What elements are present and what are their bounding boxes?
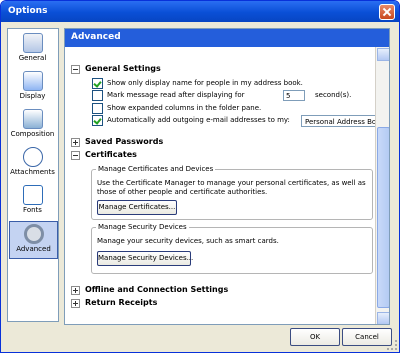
paperclip-icon — [22, 147, 43, 167]
scrollbar[interactable] — [375, 47, 389, 324]
panel-title: Advanced — [71, 32, 121, 42]
auto-add-option[interactable]: Automatically add outgoing e-mail addres… — [92, 115, 389, 127]
close-button[interactable] — [379, 4, 395, 20]
expand-icon[interactable] — [71, 299, 80, 308]
sidebar-item-label: General — [18, 54, 47, 62]
manage-security-devices-button[interactable]: Manage Security Devices... — [97, 251, 193, 266]
mark-read-checkbox[interactable] — [92, 90, 103, 101]
scroll-up-icon[interactable] — [377, 48, 389, 61]
expanded-columns-checkbox[interactable] — [92, 103, 103, 114]
panel-content: General Settings Show only display name … — [65, 47, 389, 324]
sidebar: General Display Composition Attachments … — [7, 28, 59, 322]
collapse-icon[interactable] — [71, 151, 80, 160]
options-window: Options General Display Composition Atta… — [0, 0, 400, 353]
collapse-icon[interactable] — [71, 65, 80, 74]
sidebar-item-label: Display — [19, 92, 46, 100]
resize-grip[interactable] — [387, 340, 397, 350]
expand-icon[interactable] — [71, 138, 80, 147]
gear-icon — [23, 224, 44, 244]
auto-add-checkbox[interactable] — [92, 115, 103, 126]
sidebar-item-label: Fonts — [23, 206, 42, 214]
ok-button[interactable]: OK — [290, 328, 340, 346]
sidebar-item-fonts[interactable]: Fonts — [9, 183, 56, 219]
sidebar-item-label: Composition — [10, 130, 55, 138]
manage-certificates-group: Manage Certificates and Devices Use the … — [91, 165, 373, 220]
window-title: Options — [8, 6, 48, 16]
manage-certificates-button[interactable]: Manage Certificates... — [97, 200, 177, 215]
cancel-button[interactable]: Cancel — [342, 328, 392, 346]
sidebar-item-advanced[interactable]: Advanced — [9, 221, 58, 259]
manage-security-devices-group: Manage Security Devices Manage your secu… — [91, 223, 373, 274]
advanced-panel: Advanced General Settings Show only disp… — [64, 28, 390, 325]
sidebar-item-display[interactable]: Display — [9, 69, 56, 105]
sidebar-item-general[interactable]: General — [9, 31, 56, 67]
scroll-down-icon[interactable] — [377, 312, 389, 324]
show-display-name-checkbox[interactable] — [92, 78, 103, 89]
fonts-icon — [22, 185, 43, 205]
mark-read-option[interactable]: Mark message read after displaying for 5… — [92, 90, 362, 102]
general-icon — [22, 33, 43, 53]
composition-icon — [22, 109, 43, 129]
sidebar-item-label: Advanced — [16, 245, 51, 253]
sidebar-item-attachments[interactable]: Attachments — [9, 145, 56, 181]
display-icon — [22, 71, 43, 91]
sidebar-item-label: Attachments — [10, 168, 55, 176]
title-bar: Options — [1, 1, 399, 22]
sidebar-item-composition[interactable]: Composition — [9, 107, 56, 143]
scroll-thumb[interactable] — [377, 127, 389, 308]
expand-icon[interactable] — [71, 286, 80, 295]
mark-read-seconds-input[interactable]: 5 — [283, 90, 305, 101]
panel-header: Advanced — [65, 29, 389, 47]
